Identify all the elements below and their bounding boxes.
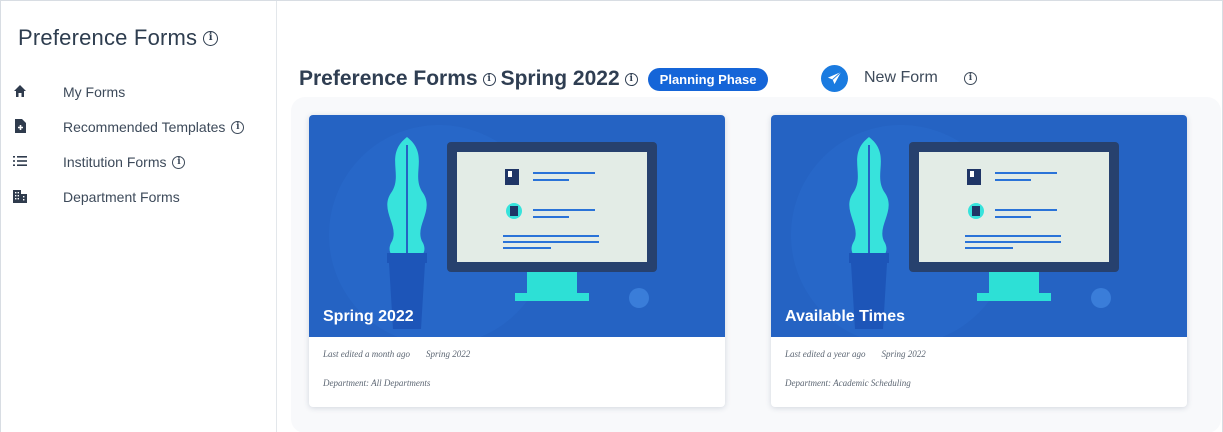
sidebar-item-department-forms[interactable]: Department Forms bbox=[1, 184, 277, 210]
last-edited: Last edited a year ago bbox=[785, 349, 866, 359]
sidebar-nav: My Forms Recommended Templates i Institu… bbox=[1, 79, 277, 219]
new-form-label: New Form bbox=[864, 69, 938, 86]
card-title: Spring 2022 bbox=[323, 308, 414, 325]
sidebar-item-institution-forms[interactable]: Institution Forms i bbox=[1, 149, 277, 175]
list-icon bbox=[13, 154, 27, 168]
form-card[interactable]: Spring 2022 Last edited a month ago Sprin… bbox=[309, 115, 725, 407]
form-card[interactable]: Available Times Last edited a year ago Sp… bbox=[771, 115, 1187, 407]
info-icon[interactable]: i bbox=[482, 72, 496, 86]
sidebar-title: Preference Forms i bbox=[18, 25, 219, 51]
info-icon[interactable]: i bbox=[964, 72, 977, 85]
file-plus-icon bbox=[13, 119, 27, 133]
card-department: Department: Academic Scheduling bbox=[785, 378, 911, 388]
sidebar-item-label: Department Forms bbox=[63, 189, 180, 205]
last-edited: Last edited a month ago bbox=[323, 349, 410, 359]
page-term: Spring 2022 bbox=[500, 67, 620, 90]
page-title: Preference Forms i Spring 2022 i bbox=[299, 67, 638, 91]
sidebar-item-label-text: Institution Forms bbox=[63, 154, 167, 170]
sidebar-item-label: My Forms bbox=[63, 84, 126, 100]
status-badge: Planning Phase bbox=[647, 67, 769, 91]
sidebar-item-recommended-templates[interactable]: Recommended Templates i bbox=[1, 114, 277, 140]
app-window: Preference Forms i My Forms Recommended … bbox=[0, 0, 1223, 432]
page-header: Preference Forms i Spring 2022 i Plannin… bbox=[299, 63, 769, 95]
home-icon bbox=[13, 84, 27, 98]
card-title: Available Times bbox=[785, 308, 906, 325]
info-icon[interactable]: i bbox=[203, 30, 219, 46]
new-form-button[interactable]: New Form bbox=[821, 64, 938, 92]
sidebar-item-label-text: Recommended Templates bbox=[63, 119, 226, 135]
card-banner-illustration: Spring 2022 bbox=[309, 115, 725, 337]
paper-plane-icon bbox=[821, 64, 848, 92]
info-icon[interactable]: i bbox=[231, 120, 245, 134]
sidebar: Preference Forms i My Forms Recommended … bbox=[1, 1, 277, 432]
sidebar-item-label: Institution Forms i bbox=[63, 154, 186, 170]
card-meta: Last edited a month ago Spring 2022 bbox=[323, 349, 470, 359]
card-meta: Last edited a year ago Spring 2022 bbox=[785, 349, 926, 359]
card-banner-illustration: Available Times bbox=[771, 115, 1187, 337]
building-icon bbox=[13, 189, 27, 203]
card-department: Department: All Departments bbox=[323, 378, 431, 388]
page-title-text: Preference Forms bbox=[299, 67, 478, 90]
sidebar-item-my-forms[interactable]: My Forms bbox=[1, 79, 277, 105]
info-icon[interactable]: i bbox=[624, 72, 638, 86]
sidebar-item-label: Recommended Templates i bbox=[63, 119, 245, 135]
sidebar-title-text: Preference Forms bbox=[18, 25, 198, 50]
card-term: Spring 2022 bbox=[426, 349, 471, 359]
card-term: Spring 2022 bbox=[881, 349, 926, 359]
info-icon[interactable]: i bbox=[172, 155, 186, 169]
